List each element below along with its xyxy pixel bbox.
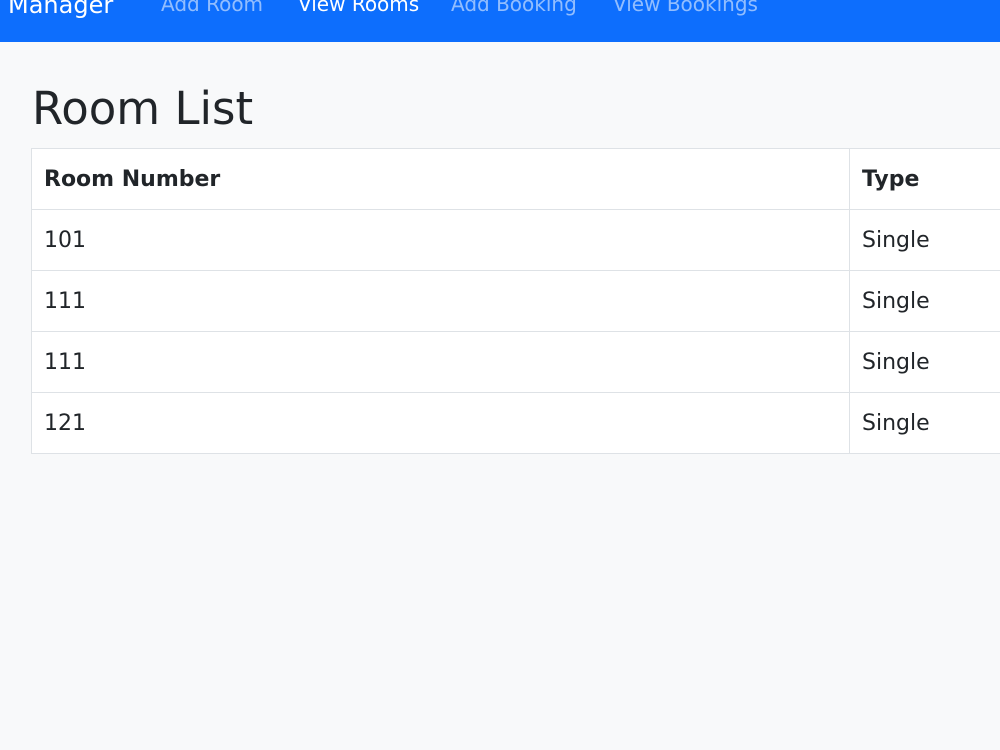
room-table-container: Room Number Type 101 Single 111 Single 1… — [31, 148, 1000, 454]
column-header-type: Type — [849, 148, 1000, 210]
navbar-brand[interactable]: Manager — [8, 0, 113, 22]
table-row: 121 Single — [31, 392, 1000, 454]
cell-room-number: 101 — [31, 209, 850, 271]
cell-type: Single — [849, 392, 1000, 454]
cell-room-number: 111 — [31, 331, 850, 393]
top-navbar: Manager Add Room View Rooms Add Booking … — [0, 0, 1000, 42]
nav-view-bookings[interactable]: View Bookings — [613, 0, 758, 20]
cell-type: Single — [849, 270, 1000, 332]
nav-add-booking[interactable]: Add Booking — [451, 0, 577, 20]
cell-type: Single — [849, 209, 1000, 271]
room-table: Room Number Type 101 Single 111 Single 1… — [31, 148, 1000, 454]
table-row: 111 Single — [31, 331, 1000, 393]
cell-type: Single — [849, 331, 1000, 393]
nav-add-room[interactable]: Add Room — [161, 0, 263, 20]
column-header-room-number: Room Number — [31, 148, 850, 210]
table-row: 101 Single — [31, 209, 1000, 271]
nav-view-rooms[interactable]: View Rooms — [298, 0, 419, 20]
cell-room-number: 111 — [31, 270, 850, 332]
table-row: 111 Single — [31, 270, 1000, 332]
table-header-row: Room Number Type — [31, 148, 1000, 210]
cell-room-number: 121 — [31, 392, 850, 454]
page-title: Room List — [32, 82, 254, 135]
